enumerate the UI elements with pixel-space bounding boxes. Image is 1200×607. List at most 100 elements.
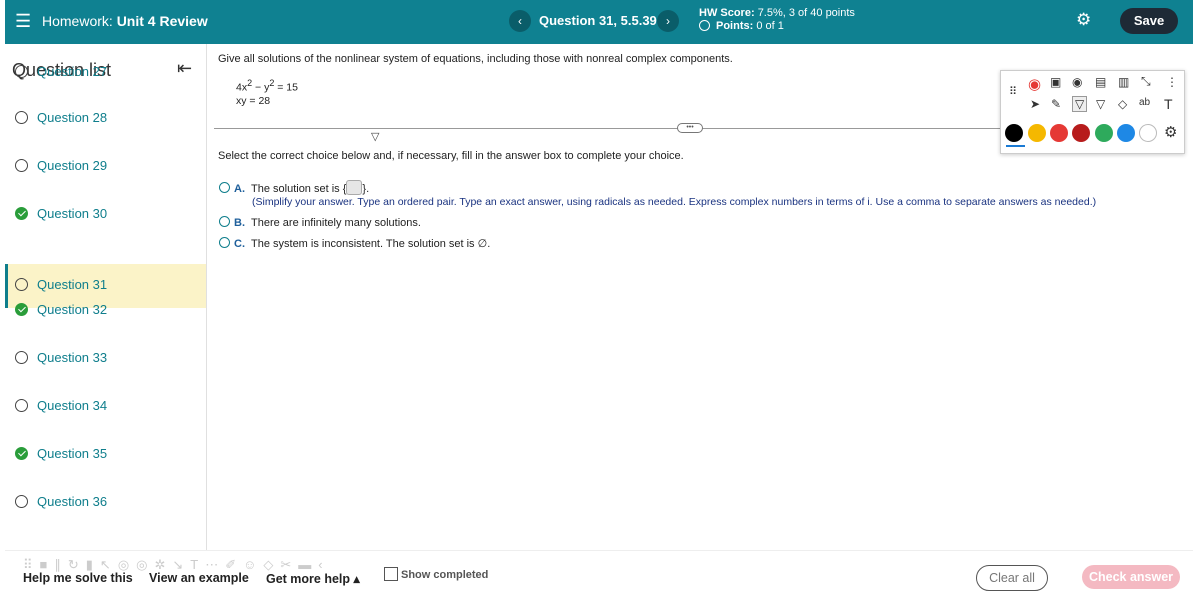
question-list-item[interactable]: Question 33 — [5, 337, 206, 381]
choice-a[interactable]: A. The solution set is {}. — [219, 180, 369, 195]
answer-input-box[interactable] — [346, 180, 363, 195]
choice-letter: B. — [234, 217, 245, 229]
pointer-icon[interactable]: ➤ — [1030, 97, 1040, 111]
text-tool-icon[interactable]: T — [1164, 96, 1173, 112]
question-title: Question 31, 5.5.39 — [539, 13, 657, 28]
next-question-button[interactable]: › — [657, 10, 679, 32]
hw-score-label: HW Score: — [699, 7, 755, 19]
hw-score-panel[interactable]: HW Score: 7.5%, 3 of 40 points Points: 0… — [699, 7, 855, 33]
previous-question-button[interactable]: ‹ — [509, 10, 531, 32]
highlighter-icon[interactable]: ▽ — [1072, 96, 1088, 112]
view-example-link[interactable]: View an example — [149, 571, 249, 585]
question-label: Question 36 — [37, 494, 108, 509]
choice-text: The system is inconsistent. The solution… — [251, 238, 491, 250]
points-circle-icon — [699, 20, 710, 31]
toolbar-settings-icon[interactable]: ⚙ — [1164, 123, 1177, 141]
settings-gear-icon[interactable]: ⚙ — [1076, 10, 1091, 30]
question-list-item[interactable]: Question 30 — [5, 193, 206, 237]
eq1-rhs: = 15 — [274, 81, 298, 94]
points-value: 0 of 1 — [756, 20, 784, 32]
choice-letter: C. — [234, 238, 245, 250]
question-label: Question 28 — [37, 110, 108, 125]
color-darkred-swatch[interactable] — [1072, 124, 1090, 142]
homework-name: Unit 4 Review — [116, 13, 208, 29]
question-label: Question 33 — [37, 350, 108, 365]
answer-hint: (Simplify your answer. Type an ordered p… — [252, 196, 1097, 208]
drawing-toolbar: ⠿ ◉ ▣ ◉ ▤ ▥ ⤡ ⋮ ➤ ✎ ▽ ▽ ◇ ab T ⚙ — [1000, 70, 1185, 154]
check-answer-button[interactable]: Check answer — [1082, 565, 1180, 589]
equation-1: 4x2 − y2 = 15 — [236, 78, 298, 94]
status-circle-icon — [15, 159, 28, 172]
choice-letter: A. — [234, 183, 245, 195]
bottom-bar: ⠿■∥↻▮↖◎◎✲↘T⋯✐☺◇✂▬‹ Help me solve this Vi… — [5, 550, 1193, 607]
question-label: Question 35 — [37, 446, 108, 461]
question-list-item[interactable]: Question 29 — [5, 145, 206, 189]
trash-icon[interactable]: ▥ — [1118, 75, 1129, 89]
points-label: Points: — [716, 20, 754, 32]
equation-2: xy = 28 — [236, 95, 271, 107]
choice-text: The solution set is { — [251, 183, 347, 195]
question-list-item[interactable]: Question 32 — [5, 289, 206, 333]
drag-grip-icon[interactable]: ⠿ — [1009, 85, 1017, 98]
color-green-swatch[interactable] — [1095, 124, 1113, 142]
pen-icon[interactable]: ✎ — [1051, 97, 1061, 111]
question-list-item[interactable]: Question 34 — [5, 385, 206, 429]
color-red-swatch[interactable] — [1050, 124, 1068, 142]
question-label: Question 27 — [37, 64, 108, 79]
show-completed-label: Show completed — [401, 569, 489, 581]
status-circle-icon — [15, 399, 28, 412]
pane-resize-handle[interactable]: ••• — [677, 123, 703, 133]
completed-check-icon — [15, 303, 28, 316]
question-list-sidebar: Question list ⇤ Question 27 Question 28 … — [5, 44, 207, 550]
show-completed-toggle[interactable]: Show completed — [384, 567, 488, 581]
record-icon[interactable]: ◉ — [1028, 75, 1041, 93]
color-yellow-swatch[interactable] — [1028, 124, 1046, 142]
question-label: Question 34 — [37, 398, 108, 413]
help-me-solve-link[interactable]: Help me solve this — [23, 571, 133, 585]
strikethrough-icon[interactable]: ab — [1139, 97, 1150, 108]
screen-icon[interactable]: ▣ — [1050, 75, 1061, 89]
choice-c-radio[interactable] — [219, 237, 230, 248]
completed-check-icon — [15, 447, 28, 460]
selected-color-indicator — [1006, 145, 1025, 147]
choice-c[interactable]: C. The system is inconsistent. The soluti… — [219, 237, 490, 250]
show-completed-checkbox[interactable] — [384, 567, 398, 581]
shrink-icon[interactable]: ⤡ — [1141, 74, 1151, 89]
question-list-item[interactable]: Question 35 — [5, 433, 206, 477]
question-label: Question 30 — [37, 206, 108, 221]
homework-prefix: Homework: — [42, 13, 113, 29]
color-black-swatch[interactable] — [1005, 124, 1023, 142]
more-vertical-icon[interactable]: ⋮ — [1166, 75, 1178, 89]
hw-score-value: 7.5%, 3 of 40 points — [757, 7, 855, 19]
question-prompt: Give all solutions of the nonlinear syst… — [218, 53, 733, 65]
eye-icon[interactable]: ◉ — [1072, 75, 1082, 89]
question-list-item[interactable]: Question 36 — [5, 481, 206, 525]
choice-b-radio[interactable] — [219, 216, 230, 227]
eraser-icon[interactable]: ◇ — [1118, 97, 1127, 111]
save-button[interactable]: Save — [1120, 8, 1178, 34]
get-more-help-link[interactable]: Get more help ▴ — [266, 571, 360, 586]
status-circle-icon — [15, 351, 28, 364]
choice-a-radio[interactable] — [219, 182, 230, 193]
status-circle-icon — [15, 111, 28, 124]
clear-all-button[interactable]: Clear all — [976, 565, 1048, 591]
question-label: Question 29 — [37, 158, 108, 173]
save-drawing-icon[interactable]: ▤ — [1095, 75, 1106, 89]
marker-icon[interactable]: ▽ — [1096, 97, 1105, 111]
question-list-item[interactable]: Question 28 — [5, 97, 206, 141]
question-list-item[interactable]: Question 27 — [5, 51, 206, 95]
choice-text: There are infinitely many solutions. — [251, 217, 421, 229]
choice-text-end: }. — [362, 183, 370, 195]
color-white-swatch[interactable] — [1139, 124, 1157, 142]
completed-check-icon — [15, 207, 28, 220]
color-blue-swatch[interactable] — [1117, 124, 1135, 142]
status-circle-icon — [15, 65, 28, 78]
eq1-term: 4x — [236, 81, 248, 94]
scroll-down-icon[interactable]: ▽ — [371, 130, 379, 143]
choice-b[interactable]: B. There are infinitely many solutions. — [219, 216, 421, 229]
instruction-text: Select the correct choice below and, if … — [218, 150, 684, 162]
status-circle-icon — [15, 495, 28, 508]
top-bar: ☰ Homework: Unit 4 Review ‹ Question 31,… — [5, 0, 1193, 44]
menu-icon[interactable]: ☰ — [15, 11, 31, 32]
eq1-term: − y — [252, 81, 270, 94]
